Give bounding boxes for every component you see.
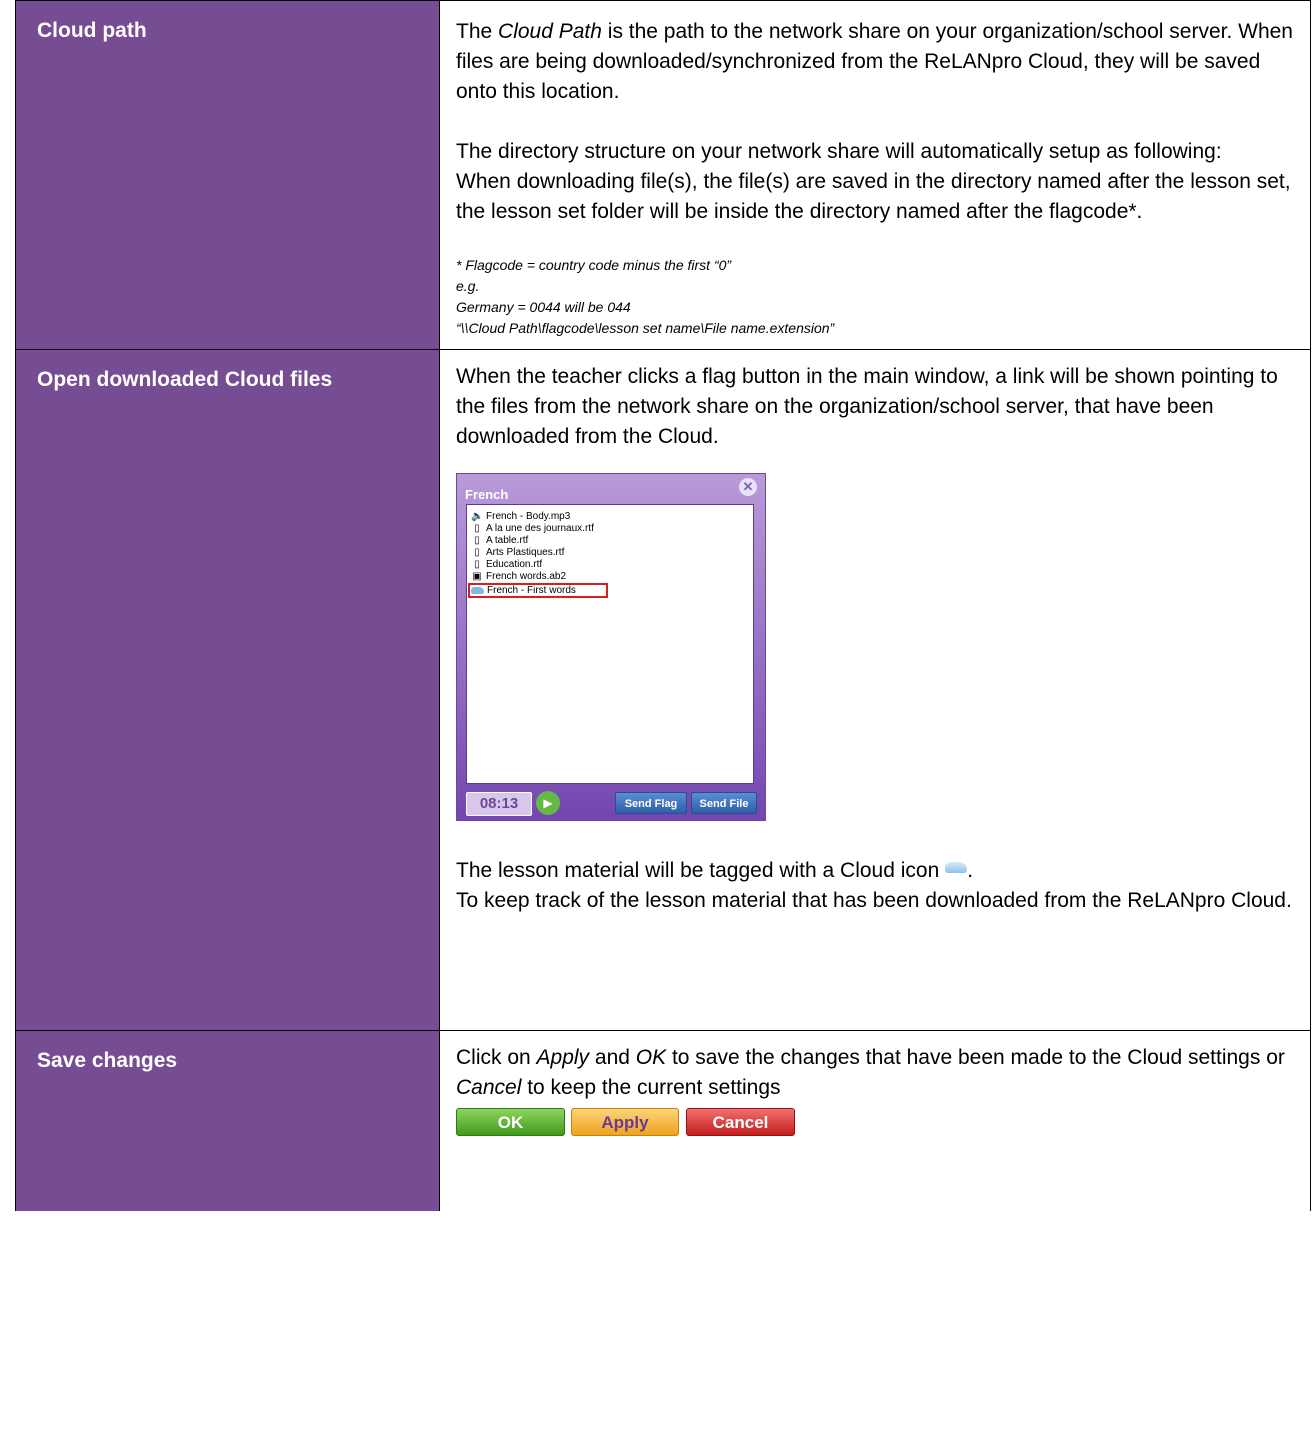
paragraph: When the teacher clicks a flag button in…	[456, 365, 1278, 448]
text: and	[589, 1046, 636, 1069]
row-cloud-path: Cloud path The Cloud Path is the path to…	[15, 0, 1311, 350]
list-item[interactable]: ▯ A table.rtf	[471, 535, 753, 547]
content-save-changes: Click on Apply and OK to save the change…	[439, 1030, 1311, 1211]
flagcode-note: * Flagcode = country code minus the firs…	[456, 257, 732, 273]
document-icon: ▯	[474, 535, 480, 546]
emphasis: OK	[635, 1046, 667, 1069]
speaker-icon: 🔈	[471, 511, 484, 522]
cancel-button[interactable]: Cancel	[686, 1108, 795, 1136]
content-cloud-path: The Cloud Path is the path to the networ…	[439, 0, 1311, 350]
flag-window-screenshot: French ✕ 🔈 French - Body.mp3 ▯ A la une de…	[456, 473, 766, 821]
paragraph: The Cloud Path is the path to the networ…	[456, 17, 1296, 107]
row-save-changes: Save changes Click on Apply and OK to sa…	[15, 1030, 1311, 1211]
paragraph: The directory structure on your network …	[456, 140, 1222, 163]
document-icon: ▯	[474, 523, 480, 534]
send-file-button[interactable]: Send File	[691, 792, 757, 814]
list-item[interactable]: 🔈 French - Body.mp3	[471, 511, 753, 523]
settings-table: Cloud path The Cloud Path is the path to…	[15, 0, 1311, 1211]
list-item-highlighted[interactable]: French - First words	[468, 583, 608, 598]
timer: 08:13	[466, 792, 532, 816]
label-open-downloaded: Open downloaded Cloud files	[15, 349, 440, 1031]
send-flag-button[interactable]: Send Flag	[615, 792, 687, 814]
flagcode-note: Germany = 0044 will be 044	[456, 299, 631, 315]
text: .	[967, 859, 974, 882]
path-example: “\\Cloud Path\flagcode\lesson set name\F…	[456, 320, 835, 336]
text: The lesson material will be tagged with …	[456, 859, 940, 882]
ok-button[interactable]: OK	[456, 1108, 565, 1136]
apply-button[interactable]: Apply	[571, 1108, 679, 1136]
file-name: Arts Plastiques.rtf	[486, 547, 565, 558]
file-list: 🔈 French - Body.mp3 ▯ A la une des journau…	[466, 504, 754, 784]
paragraph: When downloading file(s), the file(s) ar…	[456, 170, 1291, 223]
paragraph: To keep track of the lesson material tha…	[456, 889, 1292, 912]
file-name: French - Body.mp3	[486, 511, 571, 522]
text: to keep the current settings	[521, 1076, 781, 1099]
list-item[interactable]: ▣ French words.ab2	[471, 571, 753, 583]
text: The	[456, 20, 499, 43]
document-icon: ▯	[474, 547, 480, 558]
cloud-icon	[945, 862, 968, 873]
window-footer: 08:13 ▶ Send Flag Send File	[466, 790, 758, 816]
list-item[interactable]: ▯ Arts Plastiques.rtf	[471, 547, 753, 559]
list-item[interactable]: ▯ Education.rtf	[471, 559, 753, 571]
paragraph: The lesson material will be tagged with …	[456, 856, 1296, 886]
file-name: Education.rtf	[486, 559, 543, 570]
dialog-buttons: OK Apply Cancel	[456, 1108, 1296, 1136]
paragraph: Click on Apply and OK to save the change…	[456, 1043, 1296, 1103]
cloud-icon	[471, 587, 484, 594]
emphasis: Cancel	[456, 1076, 522, 1099]
file-name: French - First words	[487, 584, 576, 596]
flagcode-note: e.g.	[456, 278, 480, 294]
play-icon[interactable]: ▶	[536, 791, 560, 815]
label-cloud-path: Cloud path	[15, 0, 440, 350]
emphasis: Cloud Path	[498, 20, 602, 43]
label-save-changes: Save changes	[15, 1030, 440, 1211]
close-icon[interactable]: ✕	[739, 478, 757, 496]
text: Click on	[456, 1046, 537, 1069]
emphasis: Apply	[536, 1046, 590, 1069]
text: to save the changes that have been made …	[666, 1046, 1285, 1069]
content-open-downloaded: When the teacher clicks a flag button in…	[439, 349, 1311, 1031]
ab2-file-icon: ▣	[472, 571, 482, 582]
document-icon: ▯	[474, 559, 480, 570]
file-name: French words.ab2	[486, 571, 567, 582]
file-name: A la une des journaux.rtf	[486, 523, 594, 534]
list-item[interactable]: ▯ A la une des journaux.rtf	[471, 523, 753, 535]
file-name: A table.rtf	[486, 535, 529, 546]
row-open-downloaded: Open downloaded Cloud files When the tea…	[15, 349, 1311, 1031]
